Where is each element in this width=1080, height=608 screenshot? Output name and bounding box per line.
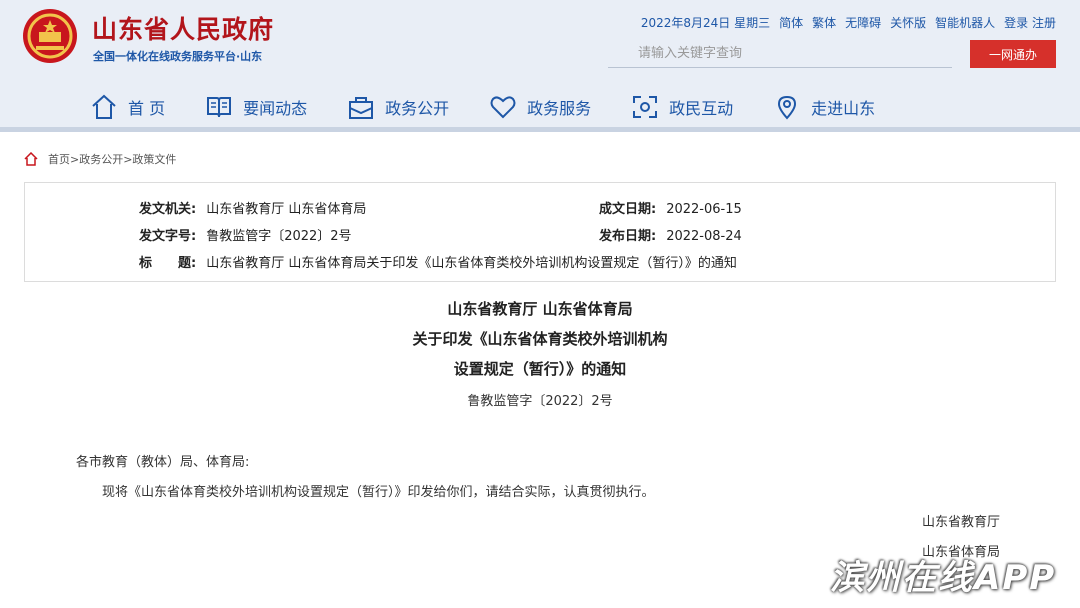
care-version-link[interactable]: 关怀版 [890,14,926,31]
published-date-label: 发布日期: [599,229,657,244]
written-date-value: 2022-06-15 [666,202,742,217]
doc-title-line3: 设置规定（暂行）》的通知 [453,360,627,378]
signature-education-dept: 山东省教育厅 [922,515,1001,530]
written-date-row: 成文日期: 2022-06-15 [599,198,742,217]
published-date-value: 2022-08-24 [666,229,742,244]
body-paragraph: 现将《山东省体育类校外培训机构设置规定（暂行）》印发给你们，请结合实际，认真贯彻… [102,485,655,500]
robot-link[interactable]: 智能机器人 [935,14,995,31]
nav-label: 政民互动 [669,99,734,118]
nav-label: 政务公开 [385,99,450,118]
date-text: 2022年8月24日 星期三 [640,16,771,30]
national-emblem-icon [23,9,77,63]
document-info-box: 发文机关: 山东省教育厅 山东省体育局 发文字号: 鲁教监管字〔2022〕2号 标 … [24,182,1056,282]
news-book-icon [207,97,232,118]
published-date-row: 发布日期: 2022-08-24 [599,225,742,244]
login-register-link[interactable]: 登录 注册 [1004,14,1056,31]
title-row: 标 题: 山东省教育厅 山东省体育局关于印发《山东省体育类校外培训机构设置规定（暂… [139,252,737,271]
doc-number-label: 发文字号: [139,229,197,244]
written-date-label: 成文日期: [599,202,657,217]
doc-title-line2: 关于印发《山东省体育类校外培训机构 [412,330,668,348]
watermark: 滨州在线APP [830,558,1057,598]
home-icon [92,94,116,119]
site-header: 山东省人民政府 全国一体化在线政务服务平台·山东 2022年8月24日 星期三 … [0,0,1080,132]
nav-gov-open[interactable]: 政务公开 [347,86,449,128]
one-network-button[interactable]: 一网通办 [970,40,1056,68]
doc-number-value: 鲁教监管字〔2022〕2号 [206,229,352,244]
site-title[interactable]: 山东省人民政府 [92,10,274,46]
issuer-row: 发文机关: 山东省教育厅 山东省体育局 [139,198,366,217]
home-icon [24,152,38,166]
nav-label: 政务服务 [527,99,592,118]
heart-icon [490,96,516,119]
breadcrumb: 首页>政务公开>政策文件 [24,151,176,167]
location-icon [778,95,797,120]
doc-number: 鲁教监管字〔2022〕2号 [467,394,613,409]
title-label: 标 题: [139,256,197,271]
nav-interaction[interactable]: 政民互动 [631,86,733,128]
doc-number-row: 发文字号: 鲁教监管字〔2022〕2号 [139,225,352,244]
top-links: 2022年8月24日 星期三 简体 繁体 无障碍 关怀版 智能机器人 登录 注册 [641,14,1056,31]
gov-open-icon [349,97,374,119]
salutation: 各市教育（教体）局、体育局: [76,455,250,470]
title-value: 山东省教育厅 山东省体育局关于印发《山东省体育类校外培训机构设置规定（暂行）》的… [206,256,737,271]
traditional-link[interactable]: 繁体 [812,14,836,31]
issuer-value: 山东省教育厅 山东省体育局 [206,202,367,217]
nav-home[interactable]: 首 页 [90,86,165,128]
search-input[interactable] [608,40,952,67]
accessibility-link[interactable]: 无障碍 [845,14,881,31]
nav-enter-shandong[interactable]: 走进山东 [773,86,875,128]
nav-label: 要闻动态 [243,99,308,118]
breadcrumb-text[interactable]: 首页>政务公开>政策文件 [48,151,176,167]
nav-label: 首 页 [128,99,166,118]
issuer-label: 发文机关: [139,202,197,217]
site-subtitle: 全国一体化在线政务服务平台·山东 [93,50,263,63]
nav-news[interactable]: 要闻动态 [205,86,307,128]
nav-gov-service[interactable]: 政务服务 [489,86,591,128]
simplified-link[interactable]: 简体 [779,14,803,31]
main-nav: 首 页 要闻动态 政务公开 政务服务 政民互动 走进山东 [90,86,915,128]
interaction-icon [633,96,658,118]
search-box [608,40,952,68]
doc-title-line1: 山东省教育厅 山东省体育局 [447,300,633,318]
nav-label: 走进山东 [811,99,876,118]
